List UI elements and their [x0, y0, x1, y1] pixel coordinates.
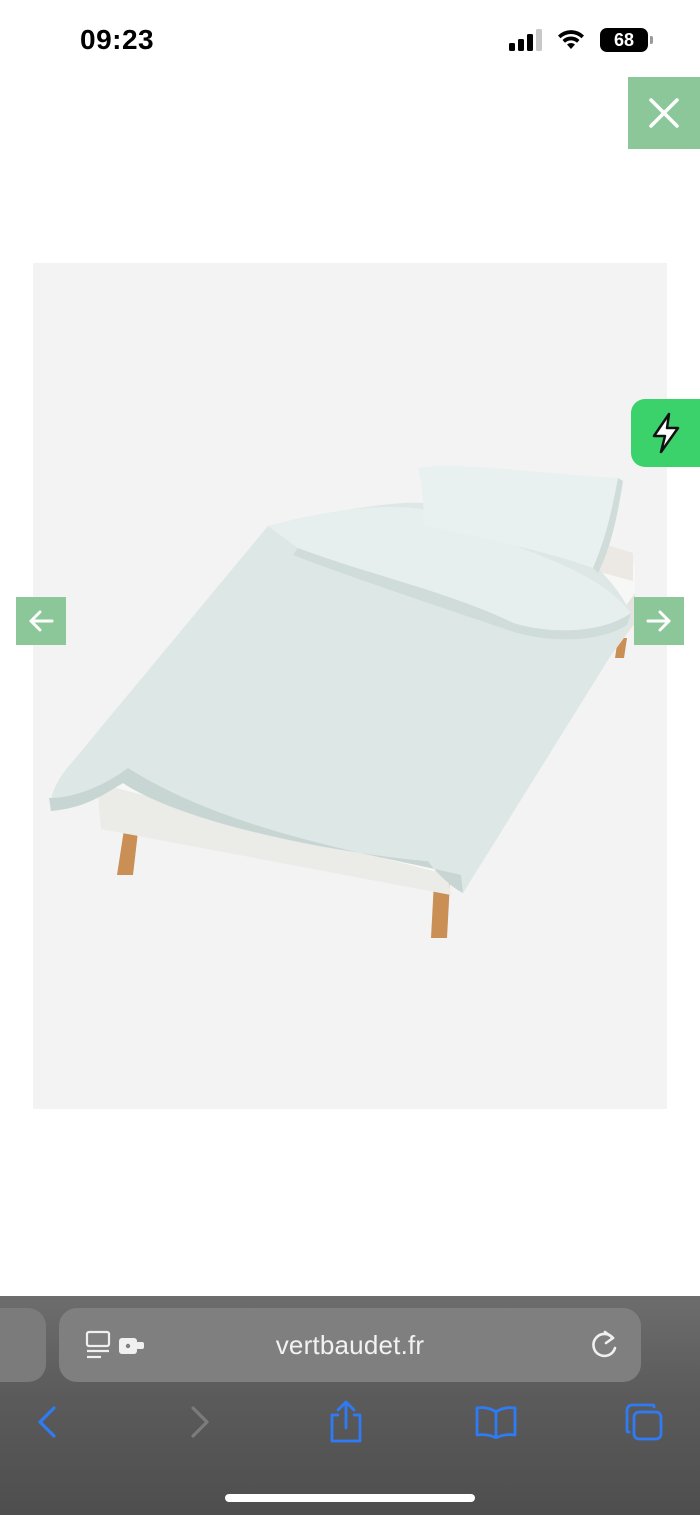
book-icon [475, 1406, 517, 1439]
status-icons: 68 [509, 28, 653, 52]
product-image [33, 263, 667, 1109]
share-icon [330, 1400, 362, 1443]
reload-icon [592, 1330, 617, 1358]
tabs-icon [625, 1403, 663, 1441]
close-button[interactable] [628, 77, 700, 149]
next-image-button[interactable] [634, 597, 684, 645]
chevron-right-icon [191, 1406, 209, 1438]
forward-button[interactable] [170, 1398, 230, 1446]
arrow-left-icon [29, 610, 54, 632]
status-time: 09:23 [80, 24, 155, 55]
battery-indicator: 68 [600, 28, 653, 52]
previous-tab-preview[interactable] [0, 1308, 46, 1382]
reload-button[interactable] [589, 1328, 619, 1365]
close-icon [649, 98, 679, 128]
bookmarks-button[interactable] [466, 1398, 526, 1446]
wifi-icon [558, 30, 584, 49]
previous-image-button[interactable] [16, 597, 66, 645]
tabs-button[interactable] [614, 1398, 674, 1446]
share-button[interactable] [316, 1398, 376, 1446]
back-button[interactable] [17, 1398, 77, 1446]
address-bar[interactable]: vertbaudet.fr [59, 1308, 641, 1382]
arrow-right-icon [646, 610, 671, 632]
cellular-signal-icon [509, 29, 542, 51]
bed-illustration [49, 465, 635, 938]
status-bar: 09:23 68 [0, 0, 700, 80]
lightning-icon [652, 412, 679, 454]
page: 09:23 68 vertbaudet.fr [0, 0, 700, 1515]
browser-toolbar: vertbaudet.fr [0, 1296, 700, 1515]
url-text: vertbaudet.fr [275, 1330, 425, 1360]
chevron-left-icon [38, 1406, 56, 1438]
quick-action-button[interactable] [631, 399, 700, 467]
home-indicator[interactable] [225, 1494, 475, 1502]
